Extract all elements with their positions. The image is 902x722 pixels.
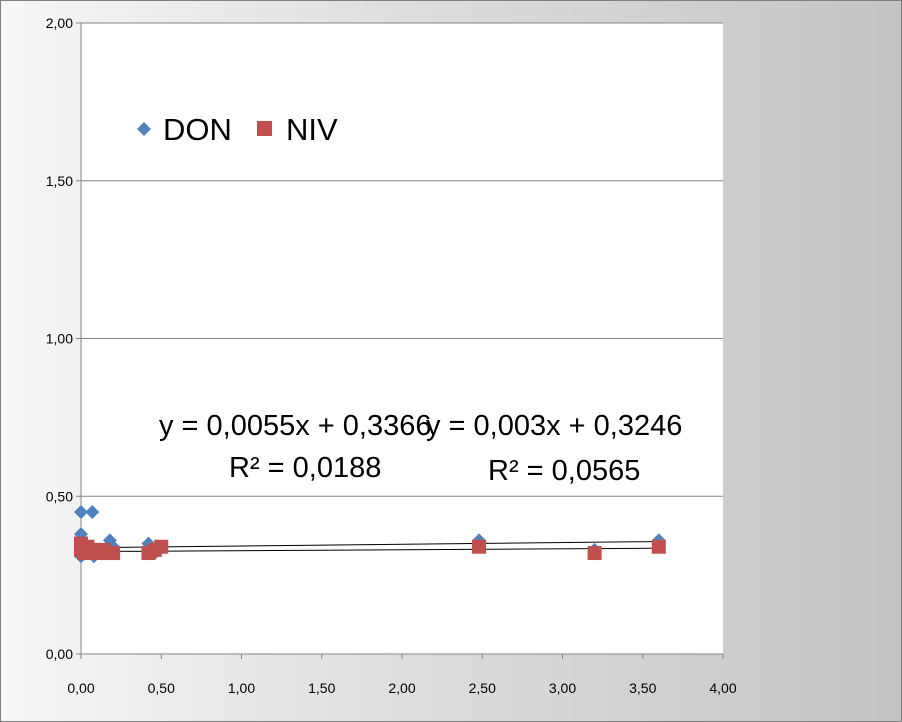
chart-svg: 0,00 0,50 1,00 1,50 2,00 0,00 0,50 1,00 1,50 2,00…	[46, 15, 737, 696]
don-trend-r2: R² = 0,0188	[229, 452, 381, 484]
data-point-niv	[587, 546, 602, 561]
niv-trend-r2: R² = 0,0565	[488, 455, 640, 487]
data-point-niv	[106, 546, 121, 561]
legend-marker-niv	[257, 121, 272, 136]
data-point-niv	[472, 539, 487, 554]
x-tick-label: 3,00	[549, 680, 576, 696]
y-tick-label: 1,50	[46, 173, 73, 189]
x-tick-label: 2,00	[388, 680, 415, 696]
don-trend-equation: y = 0,0055x + 0,3366	[159, 410, 432, 442]
x-tick-label: 1,00	[228, 680, 255, 696]
y-tick-label: 0,00	[46, 646, 73, 662]
niv-trend-equation: y = 0,003x + 0,3246	[426, 410, 682, 442]
y-tick-label: 0,50	[46, 488, 73, 504]
data-point-niv	[154, 539, 169, 554]
y-tick-label: 1,00	[46, 331, 73, 347]
chart-frame: 0,00 0,50 1,00 1,50 2,00 0,00 0,50 1,00 1,50 2,00…	[0, 0, 902, 722]
x-tick-label: 2,50	[469, 680, 496, 696]
x-tick-label: 4,00	[709, 680, 736, 696]
data-point-niv	[651, 539, 666, 554]
x-tick-label: 1,50	[308, 680, 335, 696]
legend-label-don: DON	[163, 112, 232, 147]
x-tick-label: 0,00	[67, 680, 94, 696]
x-tick-label: 0,50	[148, 680, 175, 696]
y-tick-label: 2,00	[46, 15, 73, 31]
x-tick-label: 3,50	[629, 680, 656, 696]
legend-label-niv: NIV	[286, 112, 338, 147]
